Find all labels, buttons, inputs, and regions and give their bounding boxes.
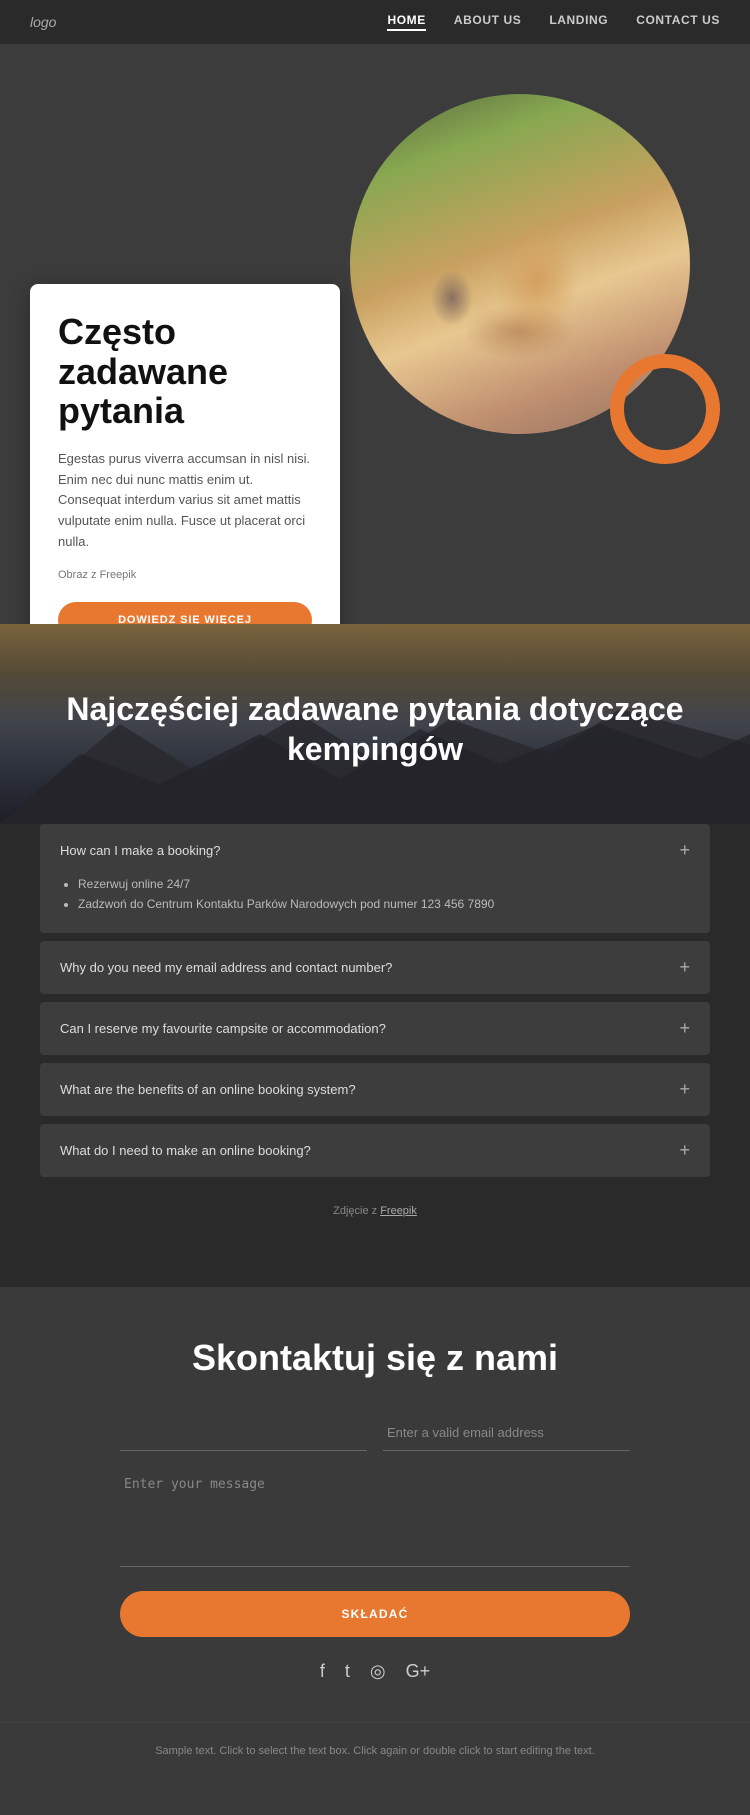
faq-attribution-link[interactable]: Freepik [380,1205,417,1217]
faq-header-4[interactable]: What are the benefits of an online booki… [40,1063,710,1116]
nav-links: HOME ABOUT US LANDING CONTACT US [387,13,720,31]
faq-answer-1-item-1: Rezerwuj online 24/7 [78,877,690,891]
navbar: logo HOME ABOUT US LANDING CONTACT US [0,0,750,44]
faq-item-5: What do I need to make an online booking… [40,1124,710,1177]
faq-question-3: Can I reserve my favourite campsite or a… [60,1021,386,1036]
faq-question-1: How can I make a booking? [60,843,220,858]
faq-toggle-4[interactable]: + [679,1079,690,1100]
faq-header-3[interactable]: Can I reserve my favourite campsite or a… [40,1002,710,1055]
contact-form: SKŁADAĆ [120,1415,630,1637]
nav-contact[interactable]: CONTACT US [636,13,720,31]
googleplus-icon[interactable]: G+ [406,1661,431,1682]
message-textarea[interactable] [120,1467,630,1567]
name-input[interactable] [120,1415,367,1451]
nav-home[interactable]: HOME [387,13,425,31]
social-icons-row: f t ◎ G+ [120,1661,630,1682]
faq-question-4: What are the benefits of an online booki… [60,1082,356,1097]
nav-landing[interactable]: LANDING [549,13,608,31]
nav-about[interactable]: ABOUT US [454,13,521,31]
decorative-ring [610,354,720,464]
email-input[interactable] [383,1415,630,1451]
faq-section-title: Najczęściej zadawane pytania dotyczące k… [60,689,690,769]
faq-header-2[interactable]: Why do you need my email address and con… [40,941,710,994]
instagram-icon[interactable]: ◎ [370,1661,386,1682]
faq-header-5[interactable]: What do I need to make an online booking… [40,1124,710,1177]
form-name-email-row [120,1415,630,1451]
faq-attribution: Zdjęcie z Freepik [40,1185,710,1247]
twitter-icon[interactable]: t [345,1661,350,1682]
footer-note-text: Sample text. Click to select the text bo… [155,1745,595,1757]
faq-banner: Najczęściej zadawane pytania dotyczące k… [0,624,750,824]
facebook-icon[interactable]: f [320,1661,325,1682]
faq-header-1[interactable]: How can I make a booking? + [40,824,710,877]
footer: Sample text. Click to select the text bo… [0,1722,750,1781]
faq-toggle-1[interactable]: + [679,840,690,861]
hero-attribution: Obraz z Freepik [58,567,312,585]
hero-cta-button[interactable]: DOWIEDZ SIĘ WIĘCEJ [58,602,312,624]
faq-question-2: Why do you need my email address and con… [60,960,392,975]
contact-section: Skontaktuj się z nami SKŁADAĆ f t ◎ G+ [0,1287,750,1722]
hero-section: Często zadawane pytania Egestas purus vi… [0,44,750,624]
hero-body: Egestas purus viverra accumsan in nisl n… [58,449,312,553]
faq-item-2: Why do you need my email address and con… [40,941,710,994]
contact-title: Skontaktuj się z nami [120,1337,630,1379]
hero-card: Często zadawane pytania Egestas purus vi… [30,284,340,624]
faq-item-3: Can I reserve my favourite campsite or a… [40,1002,710,1055]
logo: logo [30,14,56,30]
faq-item-4: What are the benefits of an online booki… [40,1063,710,1116]
faq-toggle-2[interactable]: + [679,957,690,978]
faq-answer-1-item-2: Zadzwoń do Centrum Kontaktu Parków Narod… [78,897,690,911]
submit-button[interactable]: SKŁADAĆ [120,1591,630,1637]
faq-item-1: How can I make a booking? + Rezerwuj onl… [40,824,710,933]
faq-section: How can I make a booking? + Rezerwuj onl… [0,824,750,1287]
hero-title: Często zadawane pytania [58,312,312,431]
faq-question-5: What do I need to make an online booking… [60,1143,311,1158]
faq-toggle-3[interactable]: + [679,1018,690,1039]
faq-toggle-5[interactable]: + [679,1140,690,1161]
faq-answer-1: Rezerwuj online 24/7 Zadzwoń do Centrum … [40,877,710,933]
